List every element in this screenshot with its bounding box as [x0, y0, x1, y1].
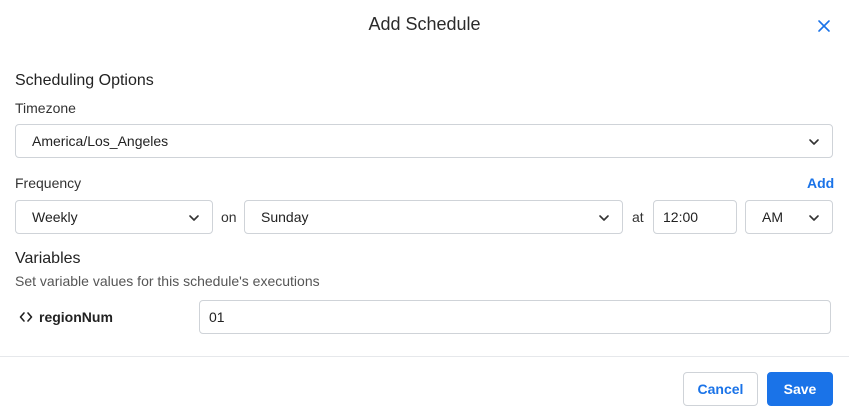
- chevron-down-icon: [189, 215, 199, 221]
- chevron-down-icon: [809, 139, 819, 145]
- time-value: 12:00: [663, 209, 699, 225]
- chevron-down-icon: [599, 215, 609, 221]
- code-brackets-icon: [19, 312, 33, 322]
- chevron-down-icon: [809, 215, 819, 221]
- footer-divider: [0, 356, 849, 357]
- frequency-label: Frequency: [15, 175, 82, 191]
- ampm-select[interactable]: AM: [745, 200, 833, 234]
- variable-value-input[interactable]: 01: [199, 300, 831, 334]
- day-value: Sunday: [261, 209, 309, 225]
- variables-heading: Variables: [15, 250, 81, 267]
- on-label: on: [221, 209, 237, 225]
- add-link[interactable]: Add: [807, 175, 834, 191]
- day-select[interactable]: Sunday: [244, 200, 623, 234]
- close-icon[interactable]: [815, 17, 833, 35]
- timezone-value: America/Los_Angeles: [32, 133, 169, 149]
- ampm-value: AM: [762, 209, 783, 225]
- timezone-label: Timezone: [15, 100, 76, 116]
- frequency-value: Weekly: [32, 209, 78, 225]
- timezone-select[interactable]: America/Los_Angeles: [15, 124, 833, 158]
- add-schedule-dialog: Add Schedule Scheduling Options Timezone…: [0, 0, 849, 420]
- scheduling-options-heading: Scheduling Options: [15, 72, 154, 89]
- time-input[interactable]: 12:00: [653, 200, 737, 234]
- at-label: at: [632, 209, 644, 225]
- variable-name-label: regionNum: [39, 309, 113, 325]
- dialog-title: Add Schedule: [368, 14, 481, 34]
- variables-description: Set variable values for this schedule's …: [15, 273, 320, 289]
- variable-name: regionNum: [19, 309, 113, 325]
- save-button[interactable]: Save: [767, 372, 833, 406]
- cancel-button[interactable]: Cancel: [683, 372, 758, 406]
- variable-value: 01: [209, 309, 225, 325]
- frequency-select[interactable]: Weekly: [15, 200, 213, 234]
